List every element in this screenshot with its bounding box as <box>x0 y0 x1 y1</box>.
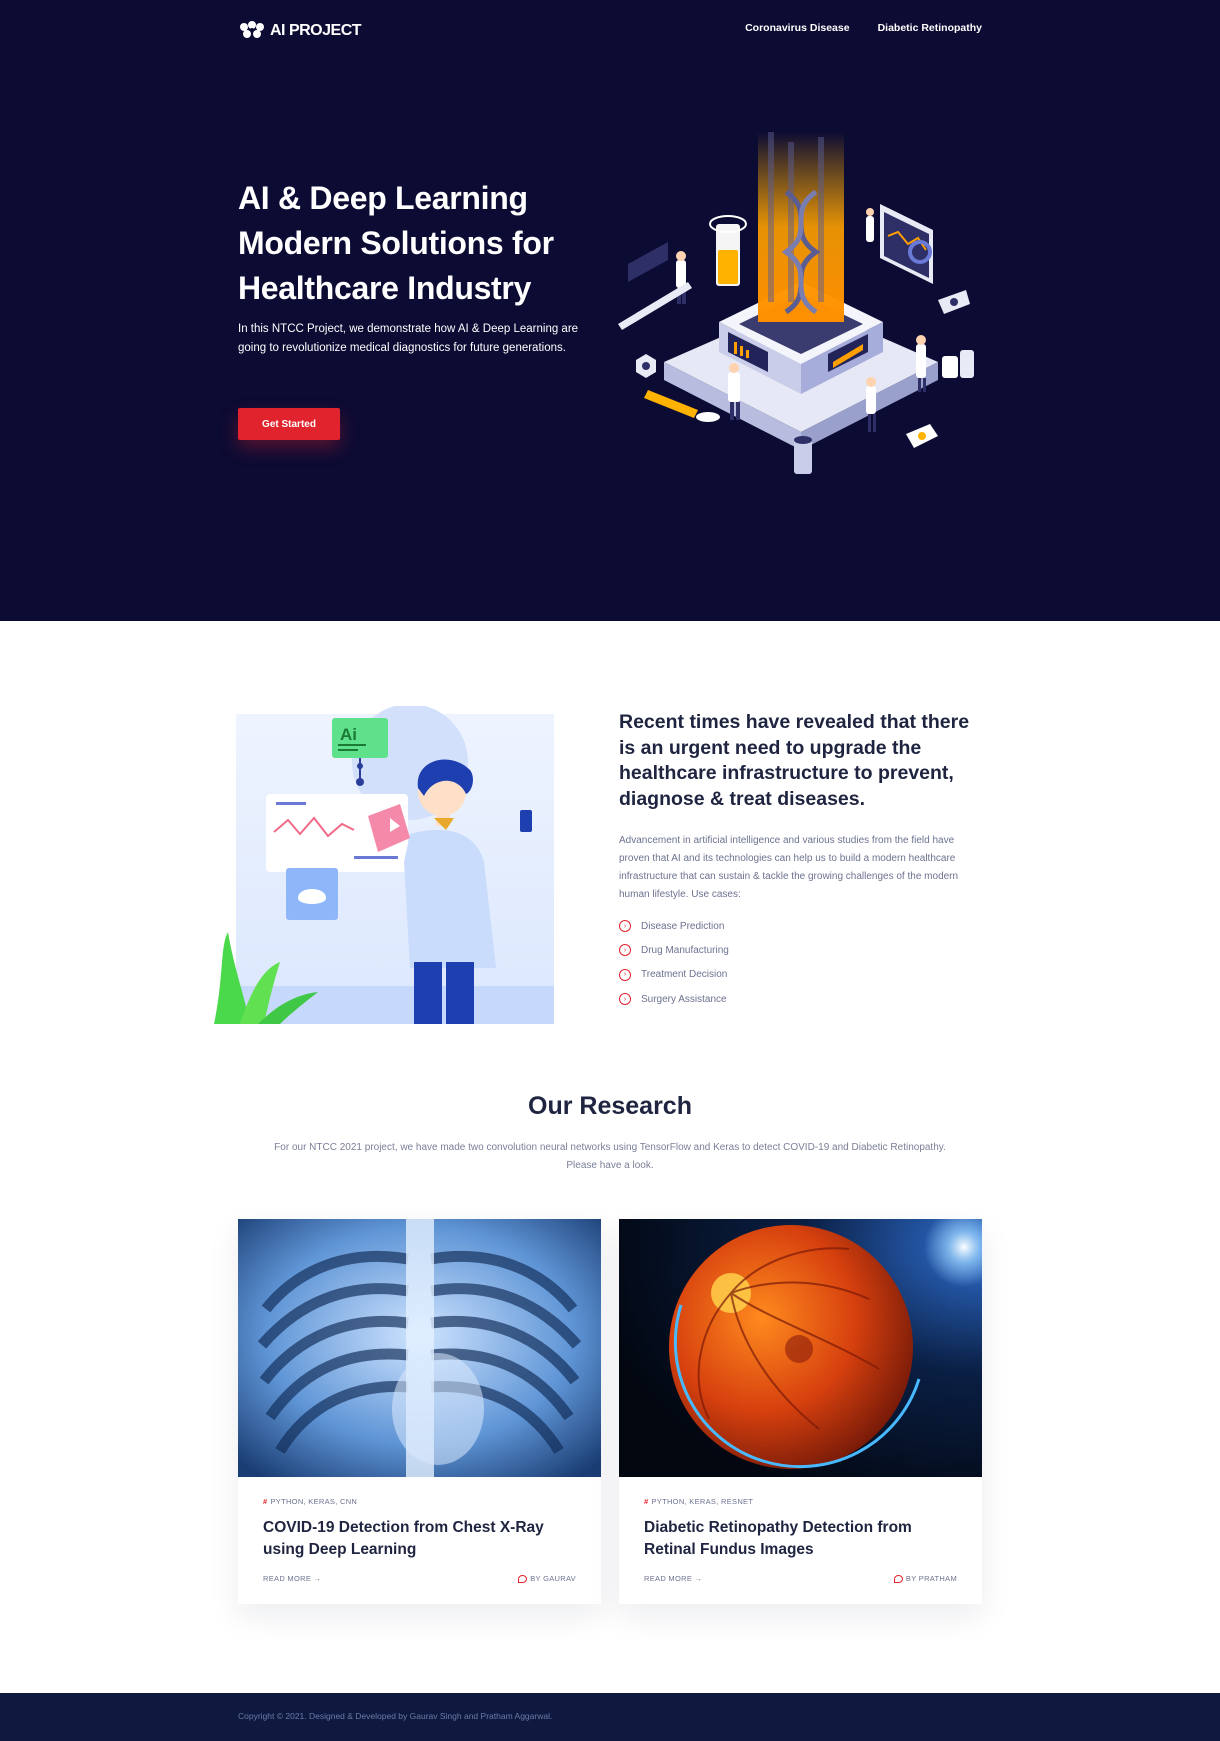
isometric-dna-lab-illustration <box>618 132 974 474</box>
footer: Copyright © 2021. Designed & Developed b… <box>0 1693 1220 1741</box>
card-tags-text: PYTHON, KERAS, CNN <box>270 1497 358 1506</box>
list-item: › Disease Prediction <box>619 914 729 938</box>
top-nav: Coronavirus Disease Diabetic Retinopathy <box>745 22 982 34</box>
chevron-circle-icon: › <box>619 944 631 957</box>
hero-title-line-3: Healthcare Industry <box>238 270 532 306</box>
nav-link-coronavirus[interactable]: Coronavirus Disease <box>745 22 849 34</box>
about-heading: Recent times have revealed that there is… <box>619 711 970 810</box>
use-case-label: Treatment Decision <box>641 969 728 981</box>
author-text: BY PRATHAM <box>905 1574 957 1583</box>
list-item: › Treatment Decision <box>619 963 729 987</box>
card-author: BY PRATHAM <box>893 1574 957 1583</box>
research-card-retinopathy[interactable]: # PYTHON, KERAS, RESNET Diabetic Retinopa… <box>619 1219 982 1604</box>
use-case-label: Surgery Assistance <box>641 993 727 1005</box>
hero-subtitle: In this NTCC Project, we demonstrate how… <box>238 323 579 354</box>
card-title[interactable]: Diabetic Retinopathy Detection from Reti… <box>644 1517 964 1560</box>
ai-badge-text: Ai <box>340 725 357 744</box>
comment-icon <box>893 1574 903 1583</box>
card-tags: # PYTHON, KERAS, RESNET <box>644 1497 753 1506</box>
hero-title-line-2: Modern Solutions for <box>238 225 554 261</box>
read-more-link[interactable]: READ MORE → <box>644 1574 702 1583</box>
card-tags-text: PYTHON, KERAS, RESNET <box>651 1497 754 1506</box>
doctor-tablet-illustration: Ai <box>214 706 554 1024</box>
list-item: › Drug Manufacturing <box>619 938 729 962</box>
card-title[interactable]: COVID-19 Detection from Chest X-Ray usin… <box>263 1517 583 1560</box>
hash-icon: # <box>263 1497 268 1506</box>
card-author: BY GAURAV <box>518 1574 576 1583</box>
retina-fundus-image <box>619 1219 982 1477</box>
copyright-text: Copyright © 2021. Designed & Developed b… <box>238 1711 553 1721</box>
research-title: Our Research <box>528 1092 692 1120</box>
comment-icon <box>518 1574 528 1583</box>
use-case-list: › Disease Prediction › Drug Manufacturing … <box>619 914 729 1011</box>
use-case-label: Drug Manufacturing <box>641 944 729 956</box>
hero-title-line-1: AI & Deep Learning <box>238 180 528 216</box>
hash-icon: # <box>644 1497 649 1506</box>
research-subtitle: For our NTCC 2021 project, we have made … <box>274 1142 946 1171</box>
hero-section: AI PROJECT Coronavirus Disease Diabetic … <box>0 0 1220 621</box>
read-more-link[interactable]: READ MORE → <box>263 1574 321 1583</box>
nav-link-diabetic-retinopathy[interactable]: Diabetic Retinopathy <box>878 22 982 34</box>
logo-icon <box>240 21 264 38</box>
get-started-button[interactable]: Get Started <box>238 408 340 440</box>
chevron-circle-icon: › <box>619 993 631 1006</box>
chevron-circle-icon: › <box>619 968 631 981</box>
chest-xray-image <box>238 1219 601 1477</box>
use-case-label: Disease Prediction <box>641 920 725 932</box>
author-text: BY GAURAV <box>530 1574 576 1583</box>
hero-title: AI & Deep Learning Modern Solutions for … <box>238 176 608 311</box>
list-item: › Surgery Assistance <box>619 987 729 1011</box>
logo-link[interactable]: AI PROJECT <box>238 20 362 42</box>
about-text: Advancement in artificial intelligence a… <box>619 835 959 900</box>
research-card-covid[interactable]: # PYTHON, KERAS, CNN COVID-19 Detection f… <box>238 1219 601 1604</box>
card-tags: # PYTHON, KERAS, CNN <box>263 1497 357 1506</box>
logo-text: AI PROJECT <box>270 22 362 39</box>
chevron-circle-icon: › <box>619 920 631 933</box>
